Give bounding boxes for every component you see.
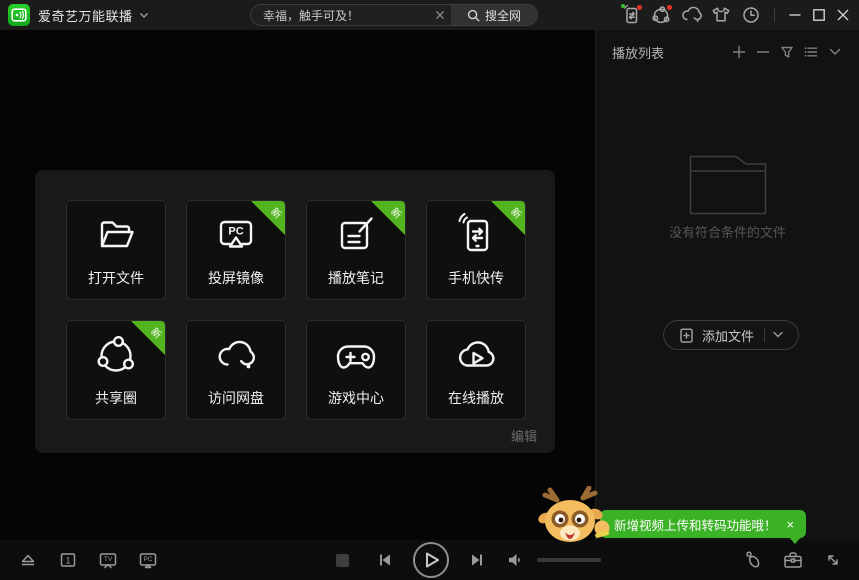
search-input-wrap — [251, 5, 451, 25]
remove-minus-icon[interactable] — [751, 42, 775, 62]
tile-label: 手机快传 — [427, 268, 525, 288]
volume-slider[interactable] — [537, 558, 601, 562]
history-clock-icon[interactable] — [736, 0, 766, 30]
bottom-left-tools: 1 TV PC — [16, 540, 160, 580]
next-button[interactable] — [465, 548, 489, 572]
tile-label: 在线播放 — [427, 388, 525, 408]
close-button[interactable] — [831, 0, 855, 30]
search-clear-icon[interactable] — [435, 10, 445, 20]
tile-open-file[interactable]: 打开文件 — [66, 200, 166, 300]
tile-phone-transfer[interactable]: 手机快传 新 — [426, 200, 526, 300]
share-circle-icon[interactable] — [646, 0, 676, 30]
tile-label: 投屏镜像 — [187, 268, 285, 288]
stop-button[interactable] — [336, 554, 349, 567]
cast-to-tv-icon[interactable]: TV — [96, 548, 120, 572]
cast-to-pc-icon[interactable]: PC — [136, 548, 160, 572]
notification-dot — [667, 5, 672, 10]
tile-cloud-disk[interactable]: 访问网盘 — [186, 320, 286, 420]
list-view-icon[interactable] — [799, 42, 823, 62]
titlebar-right-icons — [616, 0, 855, 30]
bottom-right-tools — [741, 540, 845, 580]
svg-text:TV: TV — [104, 556, 113, 563]
add-file-chevron-down-icon[interactable] — [772, 331, 784, 339]
cloud-disk-icon[interactable] — [676, 0, 706, 30]
titlebar: 爱奇艺万能联播 搜全网 — [0, 0, 859, 30]
online-dot — [621, 4, 625, 8]
tile-label: 游戏中心 — [307, 388, 405, 408]
add-file-button[interactable]: 添加文件 — [663, 320, 799, 350]
footprint-icon[interactable] — [741, 548, 765, 572]
tile-play-notes[interactable]: 播放笔记 新 — [306, 200, 406, 300]
search-submit-button[interactable]: 搜全网 — [451, 5, 537, 25]
add-plus-icon[interactable] — [727, 42, 751, 62]
app-title: 爱奇艺万能联播 — [38, 6, 133, 25]
tile-label: 播放笔记 — [307, 268, 405, 288]
empty-playlist-message: 没有符合条件的文件 — [596, 222, 859, 241]
svg-text:PC: PC — [143, 556, 152, 563]
notification-banner: 新增视频上传和转码功能哦！ × — [600, 510, 806, 538]
tile-screen-mirror[interactable]: PC 投屏镜像 新 — [186, 200, 286, 300]
tile-label: 打开文件 — [67, 268, 165, 288]
tile-online-play[interactable]: 在线播放 — [426, 320, 526, 420]
deer-mascot — [533, 486, 617, 546]
minimize-button[interactable] — [783, 0, 807, 30]
tile-game-center[interactable]: 游戏中心 — [306, 320, 406, 420]
app-logo-icon[interactable] — [8, 4, 30, 26]
playlist-sidebar: 播放列表 没有符合条件的文件 添加文件 — [595, 30, 859, 540]
add-file-label: 添加文件 — [702, 326, 754, 345]
playlist-header: 播放列表 — [596, 30, 859, 62]
edit-tiles-button[interactable]: 编辑 — [511, 426, 537, 445]
open-disc-eject-icon[interactable] — [16, 548, 40, 572]
notification-message: 新增视频上传和转码功能哦！ — [614, 515, 777, 534]
player-main-area: 打开文件 PC 投屏镜像 新 播放笔记 新 手机快传 新 — [0, 30, 595, 540]
svg-text:1: 1 — [65, 556, 70, 566]
notification-close-icon[interactable]: × — [785, 518, 797, 531]
notification-dot — [637, 5, 642, 10]
play-button[interactable] — [413, 542, 449, 578]
tile-label: 共享圈 — [67, 388, 165, 408]
filter-funnel-icon[interactable] — [775, 42, 799, 62]
collapse-chevron-down-icon[interactable] — [823, 42, 847, 62]
bottom-toolbar: 1 TV PC — [0, 540, 859, 580]
empty-folder-icon — [689, 155, 767, 215]
play-order-icon[interactable]: 1 — [56, 548, 80, 572]
title-chevron-down-icon[interactable] — [139, 12, 149, 19]
search-input[interactable] — [263, 8, 435, 22]
toolbox-icon[interactable] — [781, 548, 805, 572]
fullscreen-expand-icon[interactable] — [821, 548, 845, 572]
svg-text:PC: PC — [228, 226, 243, 238]
volume-icon[interactable] — [503, 548, 527, 572]
previous-button[interactable] — [373, 548, 397, 572]
search-button-label: 搜全网 — [485, 7, 521, 24]
search-box: 搜全网 — [250, 4, 538, 26]
app-window: 爱奇艺万能联播 搜全网 — [0, 0, 859, 580]
playlist-title: 播放列表 — [612, 43, 727, 62]
notification-pointer — [788, 536, 802, 544]
phone-transfer-icon[interactable] — [616, 0, 646, 30]
add-button-separator — [764, 328, 765, 342]
tile-share-circle[interactable]: 共享圈 新 — [66, 320, 166, 420]
launcher-panel: 打开文件 PC 投屏镜像 新 播放笔记 新 手机快传 新 — [35, 170, 555, 453]
tile-label: 访问网盘 — [187, 388, 285, 408]
titlebar-separator — [774, 8, 775, 22]
maximize-button[interactable] — [807, 0, 831, 30]
playback-controls — [336, 540, 601, 580]
skin-shirt-icon[interactable] — [706, 0, 736, 30]
